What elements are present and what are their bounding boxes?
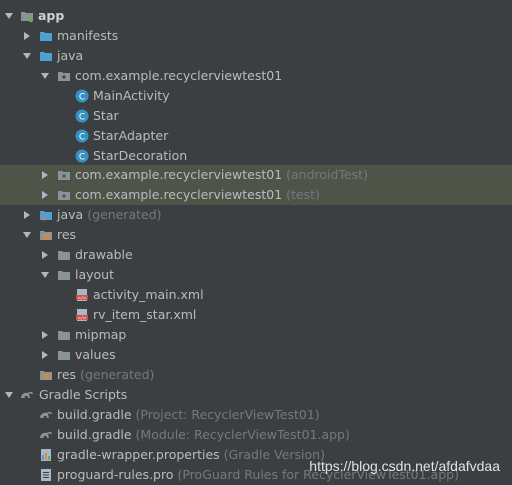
- properties-file-icon: [41, 449, 51, 461]
- chevron-down-icon[interactable]: [4, 390, 14, 400]
- tree-item-suffix: (androidTest): [286, 167, 368, 182]
- tree-item-gradle-scripts[interactable]: Gradle Scripts: [0, 385, 512, 405]
- tree-item-label: app: [38, 8, 65, 23]
- tree-item-build-gradle-project[interactable]: build.gradle (Project: RecyclerViewTest0…: [0, 405, 512, 425]
- tree-item-drawable[interactable]: drawable: [0, 245, 512, 265]
- tree-item-label: java (generated): [57, 207, 162, 222]
- gradle-icon: [40, 411, 52, 418]
- tree-item-manifests[interactable]: manifests: [0, 26, 512, 46]
- tree-item-suffix: (generated): [87, 207, 162, 222]
- folder-icon: [58, 351, 70, 360]
- project-tree: app manifests java com.example.recyclerv…: [0, 0, 512, 484]
- tree-item-package-test[interactable]: com.example.recyclerviewtest01 (test): [0, 185, 512, 205]
- tree-item-class[interactable]: C MainActivity: [0, 86, 512, 106]
- gradle-icon: [40, 431, 52, 438]
- chevron-right-icon[interactable]: [40, 190, 50, 200]
- generated-folder-icon: [40, 211, 52, 221]
- xml-file-icon: </>: [76, 309, 88, 321]
- resource-folder-icon: [40, 231, 52, 240]
- tree-item-res[interactable]: res: [0, 225, 512, 245]
- chevron-down-icon[interactable]: [40, 270, 50, 280]
- tree-item-label: Gradle Scripts: [39, 387, 128, 402]
- tree-item-xml-file[interactable]: </> activity_main.xml: [0, 285, 512, 305]
- tree-item-label: build.gradle (Project: RecyclerViewTest0…: [57, 407, 320, 422]
- folder-icon: [40, 32, 52, 41]
- tree-item-build-gradle-module[interactable]: build.gradle (Module: RecyclerViewTest01…: [0, 425, 512, 445]
- tree-item-suffix: (Module: RecyclerViewTest01.app): [135, 427, 350, 442]
- chevron-right-icon[interactable]: [40, 330, 50, 340]
- tree-item-app[interactable]: app: [0, 6, 512, 26]
- tree-item-label: StarDecoration: [93, 148, 188, 163]
- svg-text:C: C: [79, 133, 85, 143]
- folder-icon: [58, 331, 70, 340]
- svg-text:C: C: [79, 93, 85, 103]
- svg-text:C: C: [79, 153, 85, 163]
- chevron-right-icon[interactable]: [40, 250, 50, 260]
- tree-item-class[interactable]: C StarAdapter: [0, 126, 512, 146]
- tree-item-layout[interactable]: layout: [0, 265, 512, 285]
- chevron-right-icon[interactable]: [22, 31, 32, 41]
- tree-item-java[interactable]: java: [0, 46, 512, 66]
- tree-item-label: Star: [93, 108, 119, 123]
- tree-item-label: res: [57, 227, 77, 242]
- tree-item-label: mipmap: [75, 327, 127, 342]
- tree-item-res-generated[interactable]: res (generated): [0, 365, 512, 385]
- tree-item-label: drawable: [75, 247, 133, 262]
- svg-text:</>: </>: [77, 295, 86, 301]
- chevron-right-icon[interactable]: [22, 210, 32, 220]
- tree-item-label: layout: [75, 267, 115, 282]
- class-icon: C: [75, 89, 89, 103]
- tree-item-suffix: (Project: RecyclerViewTest01): [135, 407, 320, 422]
- tree-item-label: MainActivity: [93, 88, 170, 103]
- tree-item-values[interactable]: values: [0, 345, 512, 365]
- xml-file-icon: </>: [76, 289, 88, 301]
- tree-item-label: build.gradle (Module: RecyclerViewTest01…: [57, 427, 350, 442]
- tree-item-suffix: (generated): [80, 367, 155, 382]
- package-icon: [58, 171, 70, 180]
- tree-item-label: rv_item_star.xml: [93, 307, 197, 322]
- tree-item-label: res (generated): [57, 367, 155, 382]
- resource-folder-icon: [40, 371, 52, 380]
- module-folder-icon: [21, 12, 34, 23]
- tree-item-class[interactable]: C StarDecoration: [0, 146, 512, 166]
- watermark: https://blog.csdn.net/afdafvdaa: [309, 458, 500, 474]
- chevron-down-icon[interactable]: [4, 11, 14, 21]
- tree-item-label: java: [57, 48, 84, 63]
- tree-item-label: com.example.recyclerviewtest01: [75, 68, 283, 83]
- folder-icon: [58, 271, 70, 280]
- class-icon: C: [75, 129, 89, 143]
- package-icon: [58, 72, 70, 81]
- tree-item-java-generated[interactable]: java (generated): [0, 205, 512, 225]
- tree-item-label: com.example.recyclerviewtest01 (androidT…: [75, 167, 368, 182]
- chevron-down-icon[interactable]: [22, 230, 32, 240]
- tree-item-label: manifests: [57, 28, 119, 43]
- chevron-right-icon[interactable]: [40, 170, 50, 180]
- svg-text:</>: </>: [77, 315, 86, 321]
- tree-item-xml-file[interactable]: </> rv_item_star.xml: [0, 305, 512, 325]
- chevron-down-icon[interactable]: [22, 51, 32, 61]
- tree-item-suffix: (test): [286, 187, 320, 202]
- package-icon: [58, 191, 70, 200]
- svg-text:C: C: [79, 113, 85, 123]
- tree-item-label: StarAdapter: [93, 128, 169, 143]
- folder-icon: [40, 52, 52, 61]
- text-file-icon: [41, 469, 51, 481]
- tree-item-package-main[interactable]: com.example.recyclerviewtest01: [0, 66, 512, 86]
- chevron-down-icon[interactable]: [40, 71, 50, 81]
- class-icon: C: [75, 109, 89, 123]
- gradle-icon: [21, 391, 33, 398]
- tree-item-package-android-test[interactable]: com.example.recyclerviewtest01 (androidT…: [0, 165, 512, 185]
- tree-item-label: com.example.recyclerviewtest01 (test): [75, 187, 320, 202]
- tree-item-label: values: [75, 347, 116, 362]
- folder-icon: [58, 251, 70, 260]
- tree-item-label: activity_main.xml: [93, 287, 204, 302]
- class-icon: C: [75, 149, 89, 163]
- tree-item-mipmap[interactable]: mipmap: [0, 325, 512, 345]
- chevron-right-icon[interactable]: [40, 350, 50, 360]
- tree-item-label: gradle-wrapper.properties (Gradle Versio…: [57, 447, 325, 462]
- tree-item-class[interactable]: C Star: [0, 106, 512, 126]
